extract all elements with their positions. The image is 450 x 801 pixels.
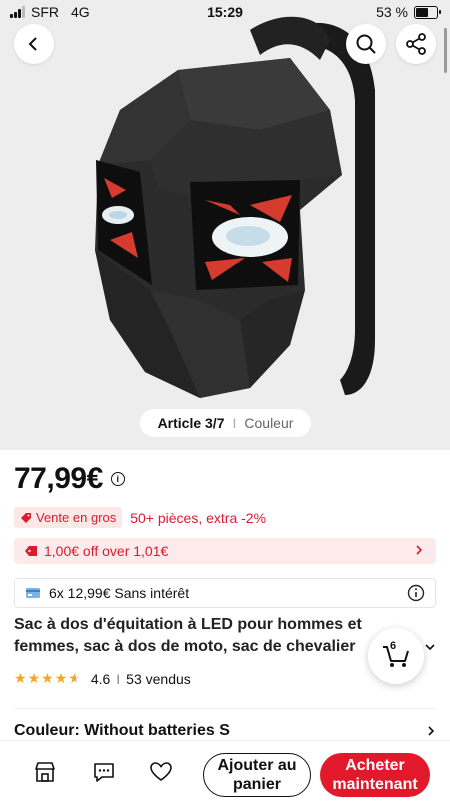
cart-count: 6 bbox=[390, 640, 397, 652]
floating-cart-button[interactable]: 6 bbox=[368, 628, 424, 684]
share-button[interactable] bbox=[396, 24, 436, 64]
coupon-tag-icon bbox=[25, 546, 37, 556]
sold-count: 53 vendus bbox=[126, 670, 191, 687]
installment-text: 6x 12,99€ Sans intérêt bbox=[49, 585, 190, 601]
installment-row[interactable]: 6x 12,99€ Sans intérêt bbox=[14, 578, 436, 608]
search-icon bbox=[356, 34, 376, 54]
wholesale-badge-label: Vente en gros bbox=[36, 510, 117, 525]
add-to-cart-button[interactable]: Ajouter au panier bbox=[203, 753, 311, 797]
chat-icon bbox=[94, 763, 114, 782]
bottom-action-bar: Ajouter au panier Acheter maintenant bbox=[0, 740, 450, 801]
chevron-right-icon bbox=[416, 545, 423, 555]
promo-row[interactable]: Vente en gros 50+ pièces, extra -2% bbox=[14, 507, 266, 528]
star-icon: ★ bbox=[14, 670, 27, 686]
message-button[interactable] bbox=[91, 759, 117, 785]
chevron-right-icon bbox=[428, 726, 435, 736]
product-image-gallery[interactable]: Article 3/7 I Couleur bbox=[0, 0, 450, 450]
section-divider bbox=[14, 708, 436, 709]
battery-icon bbox=[414, 5, 441, 19]
rating-stars: ★ ★ ★ ★ ★ bbox=[14, 670, 81, 687]
back-button[interactable] bbox=[14, 24, 54, 64]
price-value: 77,99€ bbox=[14, 462, 103, 495]
star-icon: ★ bbox=[54, 670, 68, 686]
rating-separator: I bbox=[116, 670, 121, 687]
variant-selector[interactable]: Couleur: Without batteries S bbox=[14, 722, 436, 742]
star-icon: ★ bbox=[27, 670, 41, 686]
rating-score: 4.6 bbox=[90, 670, 111, 687]
wholesale-promo-text: 50+ pièces, extra -2% bbox=[130, 509, 267, 526]
info-circle-icon[interactable] bbox=[407, 584, 425, 602]
product-title[interactable]: Sac à dos d'équitation à LED pour hommes… bbox=[14, 614, 414, 658]
pager-tab-couleur[interactable]: Couleur bbox=[244, 415, 293, 431]
wishlist-button[interactable] bbox=[148, 759, 174, 785]
tag-icon bbox=[21, 512, 31, 523]
info-icon[interactable]: i bbox=[110, 472, 125, 486]
coupon-text: 1,00€ off over 1,01€ bbox=[44, 543, 169, 559]
star-icon: ★ bbox=[41, 670, 54, 686]
product-title-line1: Sac à dos d'équitation à LED pour hommes… bbox=[14, 616, 362, 633]
half-star-icon: ★ bbox=[68, 670, 81, 686]
coupon-banner[interactable]: 1,00€ off over 1,01€ bbox=[14, 538, 436, 564]
pager-current: Article 3/7 bbox=[157, 415, 225, 431]
installment-card-icon bbox=[26, 588, 40, 598]
heart-icon bbox=[150, 762, 172, 781]
buy-now-button[interactable]: Acheter maintenant bbox=[320, 753, 430, 797]
pager-separator: I bbox=[232, 415, 237, 431]
price-row: 77,99€ i bbox=[14, 462, 125, 496]
chevron-down-icon[interactable] bbox=[424, 642, 436, 652]
search-button[interactable] bbox=[346, 24, 386, 64]
wholesale-badge: Vente en gros bbox=[14, 507, 123, 528]
store-icon bbox=[35, 762, 55, 782]
image-scrollbar bbox=[444, 28, 447, 73]
product-photo-backpack bbox=[95, 16, 375, 398]
product-title-line2: femmes, sac à dos de moto, sac de cheval… bbox=[14, 638, 356, 655]
share-icon bbox=[406, 33, 426, 55]
image-pager[interactable]: Article 3/7 I Couleur bbox=[140, 409, 311, 437]
status-bar: SFR 4G 15:29 53 % bbox=[0, 0, 450, 26]
variant-label: Couleur: Without batteries S bbox=[14, 722, 230, 739]
chevron-left-icon bbox=[28, 37, 37, 51]
store-button[interactable] bbox=[32, 759, 58, 785]
battery-percent: 53 % bbox=[376, 4, 408, 20]
rating-row[interactable]: ★ ★ ★ ★ ★ 4.6 I 53 vendus bbox=[14, 670, 191, 687]
